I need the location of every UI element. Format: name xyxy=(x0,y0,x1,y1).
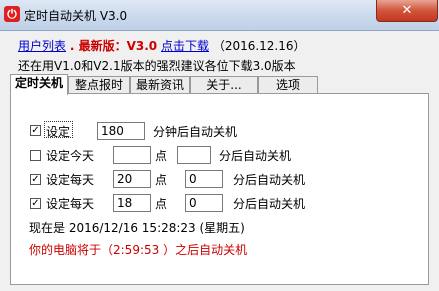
shutdown-countdown-text: 你的电脑将于（2:59:53 ）之后自动关机 xyxy=(29,243,248,257)
row3-label: 设定每天 xyxy=(46,173,95,187)
tab-options[interactable]: 选项 xyxy=(258,76,318,94)
daily-hour-input-2[interactable] xyxy=(113,194,151,212)
row2-suffix: 分后自动关机 xyxy=(219,149,292,163)
row1-checkbox[interactable]: ✓ xyxy=(30,125,41,136)
today-hour-input[interactable] xyxy=(113,146,151,164)
tab-hourly-chime[interactable]: 整点报时 xyxy=(68,76,130,94)
latest-version-label: . 最新版：V3.0 xyxy=(69,39,158,53)
user-list-link[interactable]: 用户列表 xyxy=(18,39,66,53)
timed-shutdown-panel: ✓ 设定 分钟后自动关机 设定今天 点 分后自动关机 ✓ 设定每天 点 分后自动… xyxy=(10,93,429,285)
today-minute-input[interactable] xyxy=(177,146,211,164)
row3-hour-unit: 点 xyxy=(155,173,168,187)
row1-suffix: 分钟后自动关机 xyxy=(153,125,238,139)
row1-label: 设定 xyxy=(46,125,71,139)
row2-checkbox[interactable] xyxy=(30,150,41,161)
row3-suffix: 分后自动关机 xyxy=(233,173,306,187)
release-date: （2016.12.16） xyxy=(212,39,306,53)
row4-label: 设定每天 xyxy=(46,197,95,211)
tab-about[interactable]: 关于... xyxy=(190,76,258,94)
daily-minute-input-1[interactable] xyxy=(185,170,223,188)
daily-hour-input-1[interactable] xyxy=(113,170,151,188)
row4-suffix: 分后自动关机 xyxy=(233,197,306,211)
current-time-text: 现在是 2016/12/16 15:28:23 (星期五) xyxy=(29,221,245,235)
window-title: 定时自动关机 V3.0 xyxy=(24,9,128,23)
close-button[interactable]: ✕ xyxy=(376,0,438,22)
row4-hour-unit: 点 xyxy=(155,197,168,211)
row2-label: 设定今天 xyxy=(46,149,95,163)
row3-checkbox[interactable]: ✓ xyxy=(30,174,41,185)
title-bar[interactable]: ⏻ 定时自动关机 V3.0 ✕ xyxy=(0,0,439,31)
row2-hour-unit: 点 xyxy=(155,149,168,163)
header-line: 用户列表 . 最新版：V3.0 点击下载 （2016.12.16） xyxy=(18,37,306,54)
power-icon: ⏻ xyxy=(4,6,20,22)
upgrade-notice: 还在用V1.0和V2.1版本的强烈建议各位下载3.0版本 xyxy=(18,59,296,73)
tab-timed-shutdown[interactable]: 定时关机 xyxy=(10,74,68,95)
daily-minute-input-2[interactable] xyxy=(185,194,223,212)
download-link[interactable]: 点击下载 xyxy=(161,39,209,53)
minutes-input[interactable] xyxy=(97,122,145,140)
tab-latest-news[interactable]: 最新资讯 xyxy=(130,76,190,94)
row4-checkbox[interactable]: ✓ xyxy=(30,198,41,209)
